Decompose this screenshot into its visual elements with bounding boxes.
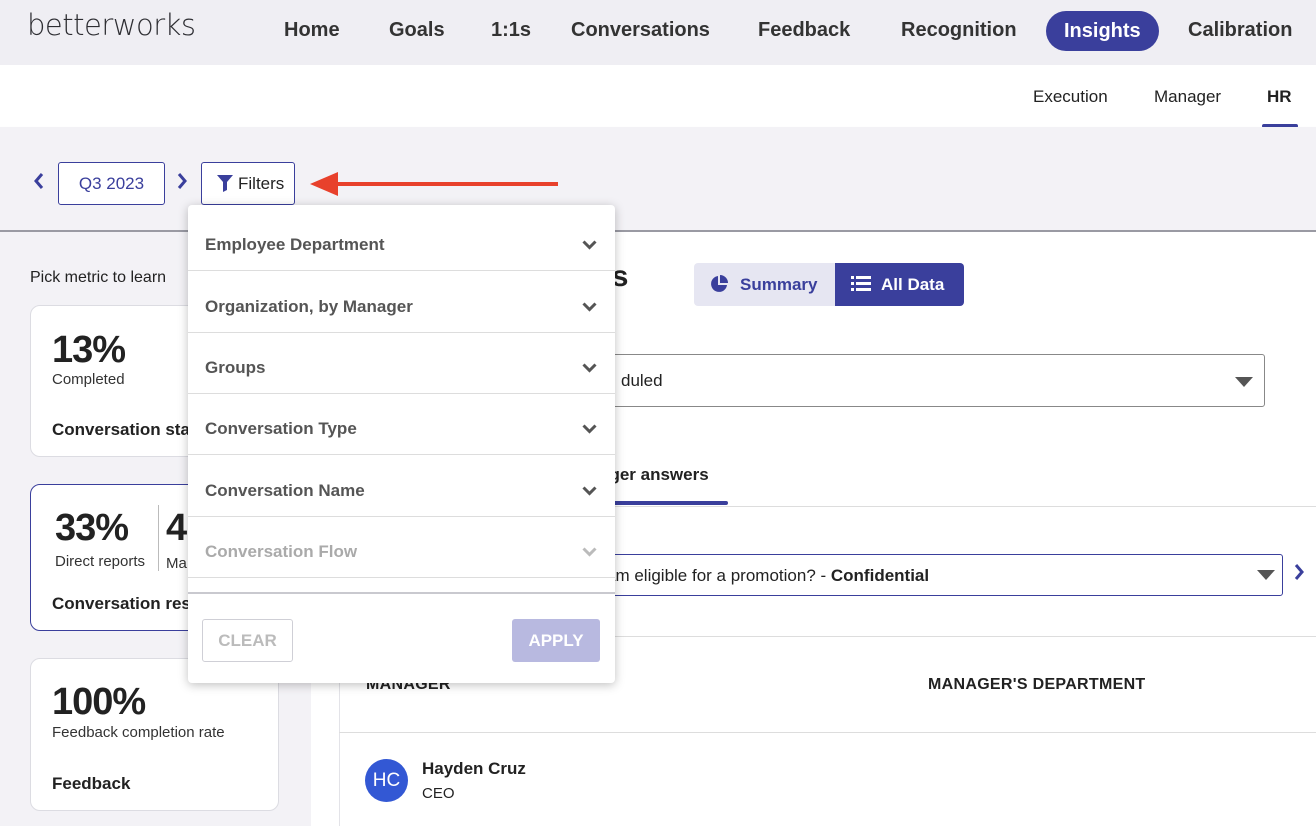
filter-label: Conversation Name bbox=[205, 481, 365, 500]
filter-label: Organization, by Manager bbox=[205, 297, 413, 316]
manager-role: CEO bbox=[422, 785, 455, 802]
chevron-down-icon bbox=[582, 424, 597, 434]
metric-title: Conversation sta bbox=[52, 420, 190, 439]
all-data-toggle[interactable]: All Data bbox=[835, 263, 964, 306]
subnav-hr[interactable]: HR bbox=[1267, 87, 1292, 107]
pick-metric-label: Pick metric to learn bbox=[30, 269, 167, 286]
chevron-down-icon bbox=[582, 363, 597, 373]
nav-1on1s[interactable]: 1:1s bbox=[491, 19, 531, 42]
top-nav: betterworks Home Goals 1:1s Conversation… bbox=[0, 0, 1316, 65]
filters-button-label: Filters bbox=[238, 174, 285, 193]
filters-dropdown: Employee Department Organization, by Man… bbox=[188, 205, 615, 683]
chevron-down-icon bbox=[1257, 570, 1275, 580]
nav-home[interactable]: Home bbox=[284, 19, 340, 42]
manager-name[interactable]: Hayden Cruz bbox=[422, 759, 526, 779]
list-icon bbox=[851, 276, 871, 291]
question-select-value: am eligible for a promotion? - Confident… bbox=[606, 566, 930, 585]
pie-chart-icon bbox=[711, 275, 728, 292]
metric-caption: Direct reports bbox=[55, 553, 146, 570]
confidential-tag: Confidential bbox=[830, 566, 930, 585]
chevron-down-icon bbox=[582, 547, 597, 557]
metric-title: Feedback bbox=[52, 774, 131, 793]
sub-nav: Execution Manager HR bbox=[0, 65, 1316, 127]
tab-divider bbox=[560, 506, 1316, 507]
summary-toggle-label: Summary bbox=[740, 275, 818, 294]
metric-value: 13% bbox=[52, 329, 126, 371]
clear-button[interactable]: CLEAR bbox=[202, 619, 293, 662]
table-header-divider bbox=[339, 732, 1316, 733]
annotation-arrow-icon bbox=[310, 172, 558, 196]
filter-label: Employee Department bbox=[205, 235, 385, 254]
column-header-manager-department[interactable]: MANAGER'S DEPARTMENT bbox=[928, 676, 1146, 694]
chevron-down-icon bbox=[1235, 377, 1253, 387]
chevron-down-icon bbox=[582, 240, 597, 250]
nav-recognition[interactable]: Recognition bbox=[901, 19, 1017, 42]
period-selector[interactable]: Q3 2023 bbox=[58, 162, 165, 205]
metric-value: 100% bbox=[52, 681, 146, 723]
chevron-right-icon[interactable] bbox=[176, 172, 188, 196]
filter-conversation-type[interactable]: Conversation Type bbox=[188, 394, 615, 455]
metric-value-secondary: 4 bbox=[166, 507, 187, 549]
filter-employee-department[interactable]: Employee Department bbox=[188, 210, 615, 271]
conversation-select-value: duled bbox=[621, 371, 663, 390]
metric-caption-secondary: Ma bbox=[166, 555, 187, 572]
filter-label: Conversation Flow bbox=[205, 542, 358, 561]
metric-caption: Completed bbox=[52, 371, 125, 388]
metric-title: Conversation res bbox=[52, 594, 191, 613]
all-data-toggle-label: All Data bbox=[881, 275, 945, 294]
summary-toggle[interactable]: Summary bbox=[694, 263, 835, 306]
filter-label: Groups bbox=[205, 358, 266, 377]
chevron-left-icon[interactable] bbox=[33, 172, 45, 196]
filter-conversation-flow[interactable]: Conversation Flow bbox=[188, 517, 615, 578]
filter-groups[interactable]: Groups bbox=[188, 333, 615, 394]
question-select[interactable]: am eligible for a promotion? - Confident… bbox=[560, 554, 1283, 596]
filter-funnel-icon bbox=[217, 175, 233, 192]
chevron-down-icon bbox=[582, 302, 597, 312]
nav-feedback[interactable]: Feedback bbox=[758, 19, 850, 42]
filter-organization-by-manager[interactable]: Organization, by Manager bbox=[188, 272, 615, 333]
betterworks-logo[interactable]: betterworks bbox=[27, 8, 196, 42]
subnav-execution[interactable]: Execution bbox=[1033, 87, 1108, 107]
metric-value: 33% bbox=[55, 507, 129, 549]
avatar: HC bbox=[365, 759, 408, 802]
nav-conversations[interactable]: Conversations bbox=[571, 19, 710, 42]
nav-goals[interactable]: Goals bbox=[389, 19, 445, 42]
divider bbox=[158, 505, 159, 571]
dropdown-divider bbox=[188, 592, 615, 594]
filter-label: Conversation Type bbox=[205, 419, 357, 438]
metric-caption: Feedback completion rate bbox=[52, 724, 225, 741]
apply-button[interactable]: APPLY bbox=[512, 619, 600, 662]
filter-conversation-name[interactable]: Conversation Name bbox=[188, 456, 615, 517]
conversation-select[interactable]: duled bbox=[560, 354, 1265, 407]
next-question-icon[interactable] bbox=[1293, 563, 1305, 587]
subnav-manager[interactable]: Manager bbox=[1154, 87, 1221, 107]
filters-button[interactable]: Filters bbox=[201, 162, 295, 205]
chevron-down-icon bbox=[582, 486, 597, 496]
nav-calibration[interactable]: Calibration bbox=[1188, 19, 1292, 42]
nav-insights[interactable]: Insights bbox=[1046, 11, 1159, 51]
